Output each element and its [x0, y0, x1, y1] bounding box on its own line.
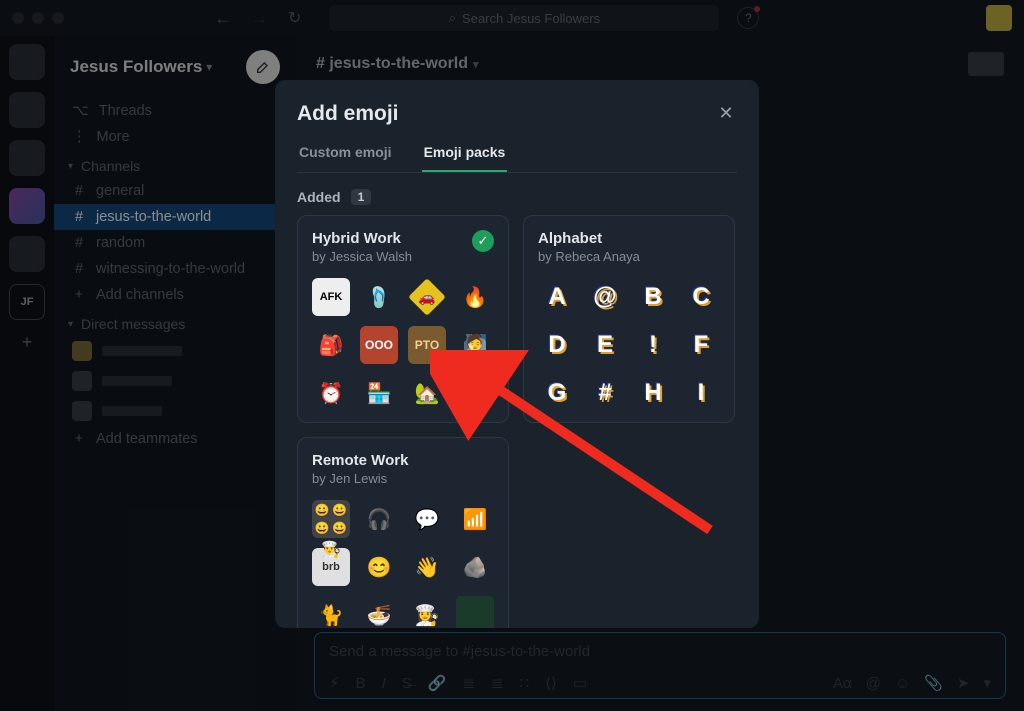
- add-emoji-modal: Add emoji ✕ Custom emoji Emoji packs Add…: [275, 80, 759, 628]
- emoji-noodles: 🍜: [360, 596, 398, 628]
- emoji-store: 🏪: [360, 374, 398, 412]
- added-label: Added: [297, 189, 341, 205]
- emoji-headphones: 🎧: [360, 500, 398, 538]
- pack-title: Hybrid Work: [312, 230, 494, 247]
- tab-emoji-packs[interactable]: Emoji packs: [422, 144, 508, 172]
- emoji-letter-excl: !: [634, 326, 672, 364]
- emoji-brady-smile: 😀😀😀😀: [312, 500, 350, 538]
- emoji-letter-at: @: [586, 278, 624, 316]
- close-button[interactable]: ✕: [711, 98, 741, 128]
- emoji-afk: AFK: [312, 278, 350, 316]
- emoji-letter-hash: #: [586, 374, 624, 412]
- tab-custom-emoji[interactable]: Custom emoji: [297, 144, 394, 172]
- emoji-commute-sign: 🚗: [408, 278, 446, 316]
- emoji-stones: 🪨: [456, 548, 494, 586]
- emoji-chat-bubbles: 💬: [408, 500, 446, 538]
- emoji-wave: 👋: [408, 548, 446, 586]
- emoji-house: 🏡: [408, 374, 446, 412]
- pack-author: by Jen Lewis: [312, 471, 494, 486]
- added-count: 1: [351, 189, 372, 205]
- emoji-chef: 👩‍🍳: [408, 596, 446, 628]
- emoji-letter-i: I: [682, 374, 720, 412]
- emoji-cat: 🐈: [312, 596, 350, 628]
- emoji-letter-c: C: [682, 278, 720, 316]
- emoji-pack-remote-work[interactable]: Remote Work by Jen Lewis 😀😀😀😀 🎧 💬 📶 brb👨…: [297, 437, 509, 628]
- emoji-slipper: 🩴: [360, 278, 398, 316]
- emoji-nameplate: [456, 596, 494, 628]
- pack-title: Remote Work: [312, 452, 494, 469]
- emoji-letter-f: F: [682, 326, 720, 364]
- added-check-icon: ✓: [472, 230, 494, 252]
- emoji-letter-a: A: [538, 278, 576, 316]
- emoji-letter-b: B: [634, 278, 672, 316]
- emoji-letter-e: E: [586, 326, 624, 364]
- emoji-letter-h: H: [634, 374, 672, 412]
- emoji-letter-g: G: [538, 374, 576, 412]
- pack-title: Alphabet: [538, 230, 720, 247]
- emoji-brb: brb👨‍🍳: [312, 548, 350, 586]
- pack-author: by Rebeca Anaya: [538, 249, 720, 264]
- added-row: Added 1: [297, 189, 737, 205]
- emoji-pack-alphabet[interactable]: Alphabet by Rebeca Anaya A @ B C D E ! F…: [523, 215, 735, 423]
- emoji-alarm: ⏰: [312, 374, 350, 412]
- emoji-grill: 🔥: [456, 278, 494, 316]
- modal-tabs: Custom emoji Emoji packs: [297, 144, 737, 173]
- modal-title: Add emoji: [297, 102, 737, 126]
- emoji-spa-face: 🧖: [456, 326, 494, 364]
- close-icon: ✕: [718, 103, 733, 124]
- emoji-wifi: 📶: [456, 500, 494, 538]
- emoji-clipboard: 📋: [456, 374, 494, 412]
- emoji-smile: 😊: [360, 548, 398, 586]
- emoji-pack-hybrid-work[interactable]: ✓ Hybrid Work by Jessica Walsh AFK 🩴 🚗 🔥…: [297, 215, 509, 423]
- emoji-letter-d: D: [538, 326, 576, 364]
- emoji-pto: PTO: [408, 326, 446, 364]
- emoji-ooo: OOO: [360, 326, 398, 364]
- pack-author: by Jessica Walsh: [312, 249, 494, 264]
- emoji-backpack: 🎒: [312, 326, 350, 364]
